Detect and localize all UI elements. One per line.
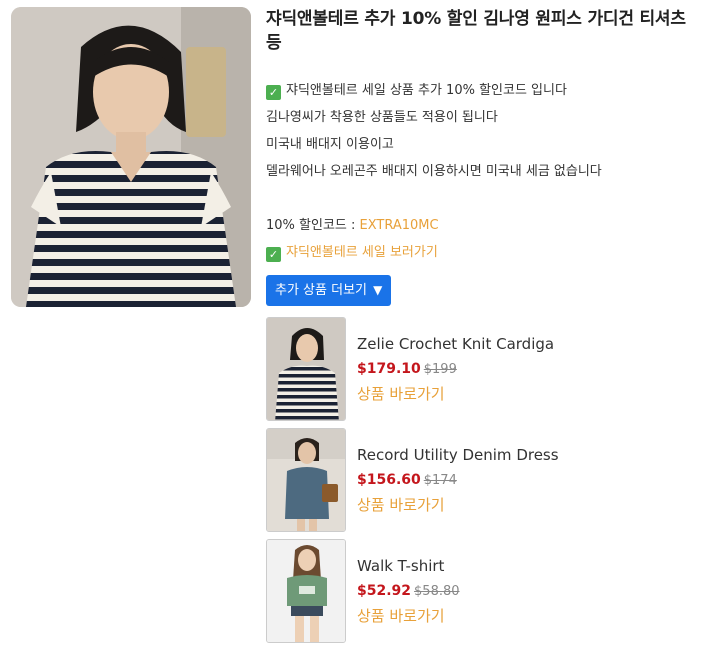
post-title: 쟈딕앤볼테르 추가 10% 할인 김나영 원피스 가디건 티셔츠 등 xyxy=(266,9,686,53)
product-thumbnail[interactable] xyxy=(266,427,346,532)
sale-price: $156.60 xyxy=(357,471,421,488)
sale-link[interactable]: 쟈딕앤볼테르 세일 보러가기 xyxy=(286,245,438,260)
product-link[interactable]: 상품 바로가기 xyxy=(357,384,554,404)
product-info: Record Utility Denim Dress $156.60 $174 상… xyxy=(357,445,559,515)
original-price: $58.80 xyxy=(414,583,460,599)
product-item[interactable]: Zelie Crochet Knit Cardiga $179.10 $199 상… xyxy=(266,313,706,424)
product-info: Walk T-shirt $52.92 $58.80 상품 바로가기 xyxy=(357,556,460,626)
product-info: Zelie Crochet Knit Cardiga $179.10 $199 상… xyxy=(357,334,554,404)
hero-photo xyxy=(11,7,251,307)
desc-line-2: 김나영씨가 착용한 상품들도 적용이 됩니다 xyxy=(266,110,498,125)
sale-price: $179.10 xyxy=(357,360,421,377)
sale-link-line: ✓ 쟈딕앤볼테르 세일 보러가기 xyxy=(266,239,706,266)
discount-code-label: 10% 할인코드 : xyxy=(266,218,360,233)
product-prices: $52.92 $58.80 xyxy=(357,580,460,602)
product-name[interactable]: Walk T-shirt xyxy=(357,556,460,576)
product-thumbnail[interactable] xyxy=(266,316,346,421)
post-content: 쟈딕앤볼테르 추가 10% 할인 김나영 원피스 가디건 티셔츠 등 ✓ 쟈딕앤볼… xyxy=(266,7,706,646)
product-name[interactable]: Zelie Crochet Knit Cardiga xyxy=(357,334,554,354)
original-price: $199 xyxy=(423,361,457,377)
discount-code-value[interactable]: EXTRA10MC xyxy=(360,218,439,233)
post-description: ✓ 쟈딕앤볼테르 세일 상품 추가 10% 할인코드 입니다 김나영씨가 착용한 … xyxy=(266,77,706,266)
product-name[interactable]: Record Utility Denim Dress xyxy=(357,445,559,465)
product-thumbnail[interactable] xyxy=(266,538,346,643)
desc-line-4: 델라웨어나 오레곤주 배대지 이용하시면 미국내 세금 없습니다 xyxy=(266,164,602,179)
check-mark-icon: ✓ xyxy=(266,247,281,262)
product-prices: $156.60 $174 xyxy=(357,469,559,491)
original-price: $174 xyxy=(423,472,457,488)
sale-price: $52.92 xyxy=(357,582,412,599)
discount-code-line: 10% 할인코드 : EXTRA10MC xyxy=(266,212,706,239)
product-link[interactable]: 상품 바로가기 xyxy=(357,606,460,626)
product-list: Zelie Crochet Knit Cardiga $179.10 $199 상… xyxy=(266,313,706,646)
check-mark-icon: ✓ xyxy=(266,85,281,100)
desc-line-1: ✓ 쟈딕앤볼테르 세일 상품 추가 10% 할인코드 입니다 xyxy=(266,77,706,104)
product-item[interactable]: Record Utility Denim Dress $156.60 $174 상… xyxy=(266,424,706,535)
product-prices: $179.10 $199 xyxy=(357,358,554,380)
product-link[interactable]: 상품 바로가기 xyxy=(357,495,559,515)
more-products-button[interactable]: 추가 상품 더보기 ▼ xyxy=(266,275,392,306)
desc-line-3: 미국내 배대지 이용이고 xyxy=(266,137,394,152)
caret-down-icon: ▼ xyxy=(373,283,383,297)
product-item[interactable]: Walk T-shirt $52.92 $58.80 상품 바로가기 xyxy=(266,535,706,646)
post-card: 쟈딕앤볼테르 추가 10% 할인 김나영 원피스 가디건 티셔츠 등 ✓ 쟈딕앤볼… xyxy=(0,0,715,651)
